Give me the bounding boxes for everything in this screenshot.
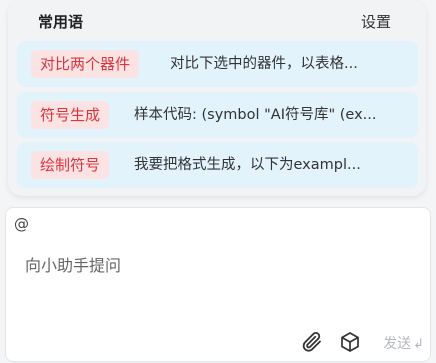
common-phrases-popup: 常用语 设置 对比两个器件 对比下选中的器件，以表格... 符号生成 样本代码:…: [8, 0, 426, 196]
mention-at-icon[interactable]: @: [14, 215, 29, 233]
phrase-description: 样本代码: (symbol "AI符号库" (ex...: [134, 107, 377, 123]
popup-title: 常用语: [38, 13, 84, 31]
phrase-tag: 对比两个器件: [31, 50, 140, 78]
phrase-item-draw-symbol[interactable]: 绘制符号 我要把格式生成，以下为exampl...: [17, 142, 418, 188]
message-composer: @ 发送↲: [5, 207, 431, 362]
cube-icon[interactable]: [338, 330, 362, 354]
prompt-input[interactable]: [25, 256, 415, 275]
send-button[interactable]: 发送 ↲: [383, 333, 424, 353]
phrase-item-symbol-generate[interactable]: 符号生成 样本代码: (symbol "AI符号库" (ex...: [17, 92, 418, 138]
phrase-tag: 符号生成: [31, 101, 110, 129]
phrase-description: 对比下选中的器件，以表格...: [170, 56, 358, 72]
popup-header: 常用语 设置: [8, 0, 426, 40]
phrase-tag: 绘制符号: [31, 151, 110, 179]
send-label: 发送: [383, 336, 412, 352]
phrase-item-compare[interactable]: 对比两个器件 对比下选中的器件，以表格...: [17, 41, 418, 87]
paperclip-icon[interactable]: [300, 330, 324, 354]
chat-assistant-panel: 常用语 设置 对比两个器件 对比下选中的器件，以表格... 符号生成 样本代码:…: [0, 0, 436, 363]
settings-link[interactable]: 设置: [361, 11, 391, 32]
enter-key-icon: ↲: [413, 337, 424, 352]
phrase-description: 我要把格式生成，以下为exampl...: [134, 157, 361, 173]
